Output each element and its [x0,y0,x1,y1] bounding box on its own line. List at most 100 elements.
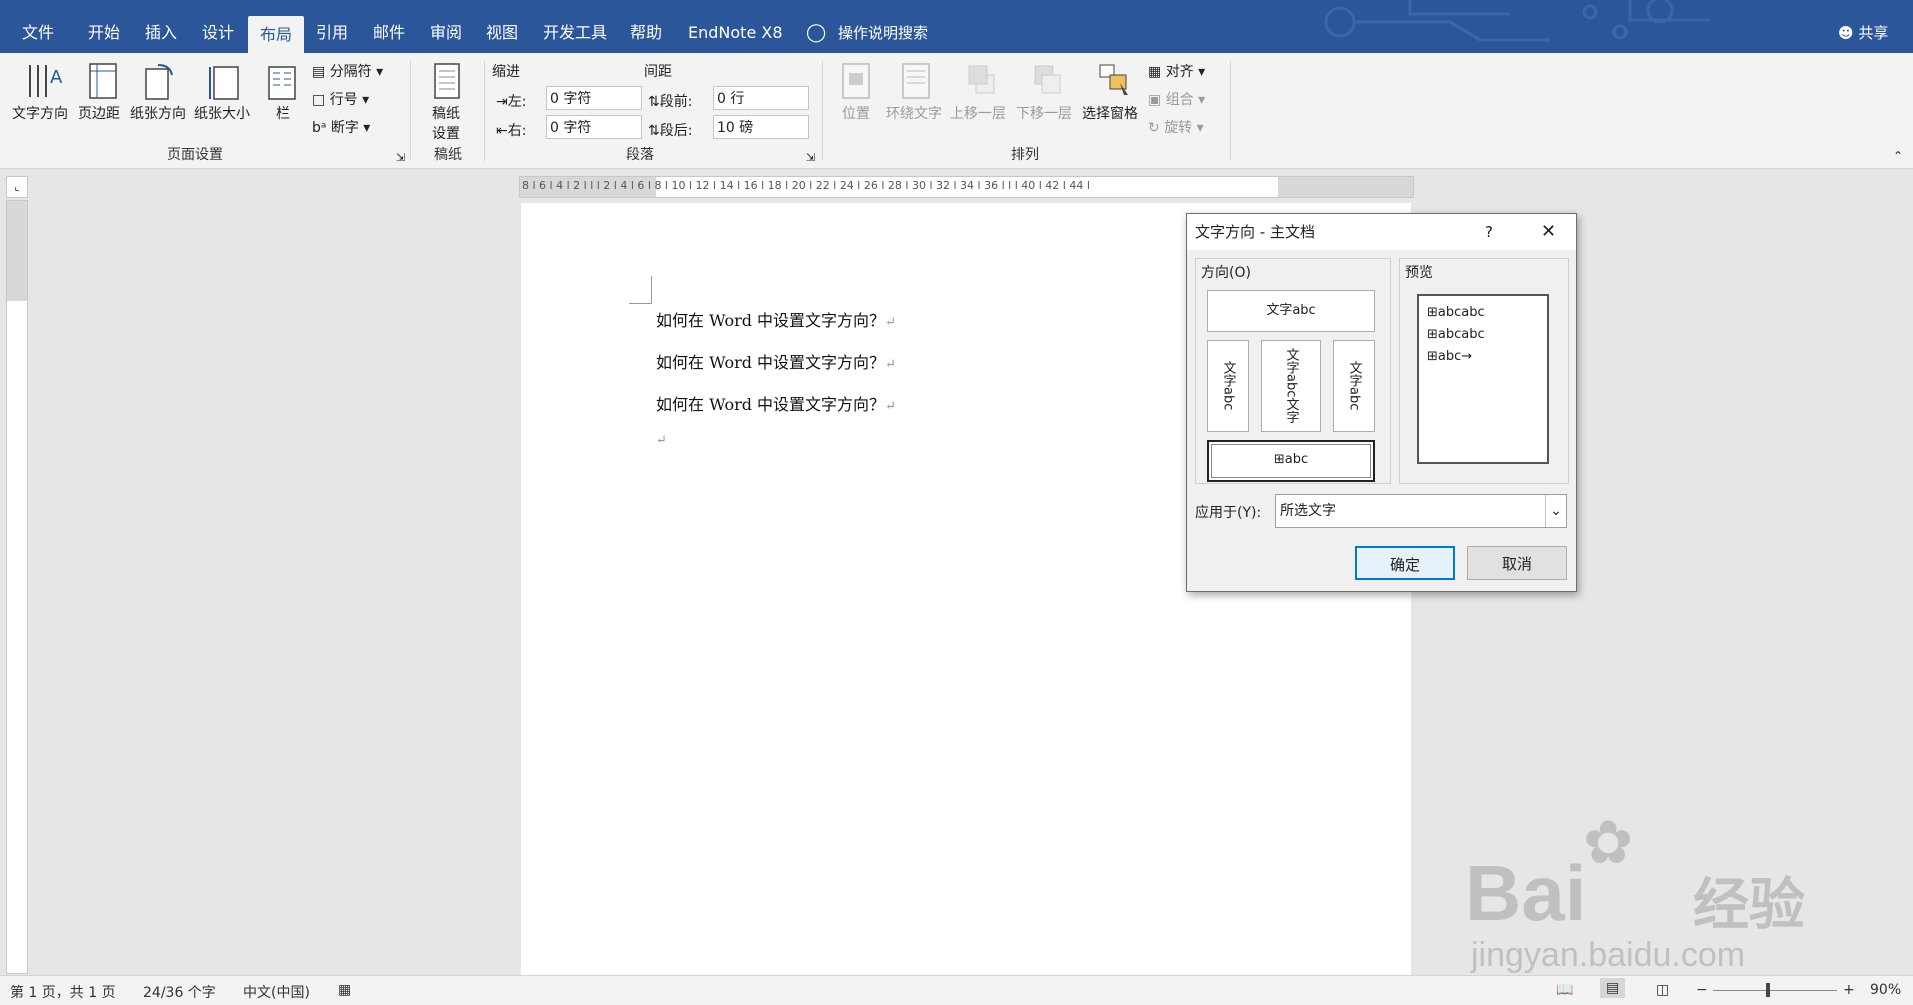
read-mode-icon[interactable]: 📖 [1556,982,1573,998]
zoom-slider[interactable] [1713,990,1837,991]
document-line[interactable]: 如何在 Word 中设置文字方向？↵ [656,307,896,331]
preview-line: ⊞abc→ [1427,346,1539,368]
ruler-top-margin [7,201,27,301]
chevron-down-icon[interactable]: ⌄ [1545,495,1566,527]
spacing-after-input[interactable]: 10 磅 [713,115,809,139]
ok-button[interactable]: 确定 [1355,546,1455,580]
selection-pane-button[interactable]: 选择窗格 [1082,61,1144,151]
manuscript-button[interactable]: 稿纸 设置 [426,61,470,151]
page-count[interactable]: 第 1 页，共 1 页 [10,982,116,1002]
indent-right-input[interactable]: 0 字符 [546,115,642,139]
size-button[interactable]: 纸张大小 [194,61,258,151]
chevron-down-icon: ▾ [363,120,371,136]
svg-text:A: A [50,67,63,88]
tell-me-search[interactable]: 操作说明搜索 [838,0,928,53]
document-line[interactable]: 如何在 Word 中设置文字方向？↵ [656,391,896,415]
breaks-label: 分隔符 [329,64,372,80]
zoom-out-icon[interactable]: − [1696,982,1708,998]
dialog-launcher-icon[interactable]: ⇲ [396,151,405,164]
tab-design[interactable]: 设计 [202,0,234,53]
word-count[interactable]: 24/36 个字 [143,982,216,1002]
tab-mailings[interactable]: 邮件 [373,0,405,53]
orientation-button[interactable]: 纸张方向 [130,61,194,151]
margins-button[interactable]: 页边距 [78,61,130,151]
rotate-button: ↻ 旋转 ▾ [1148,117,1204,137]
direction-vertical-left-option[interactable]: 文字abc [1207,340,1249,432]
tab-insert[interactable]: 插入 [145,0,177,53]
dialog-title-bar: 文字方向 - 主文档 ? ✕ [1187,214,1576,250]
zoom-slider-thumb[interactable] [1766,983,1770,997]
position-button: 位置 [838,61,878,151]
rotated-glyph-icon: ⊞ [1427,349,1438,364]
ribbon: A 文字方向 页边距 纸张方向 纸张大小 栏 ▤ 分隔符 ▾ □ 行号 ▾ bᵃ… [0,53,1913,169]
spacing-header: 间距 [644,64,672,80]
separator [410,61,411,161]
tab-endnote[interactable]: EndNote X8 [688,0,783,53]
horizontal-ruler[interactable]: 8 l 6 l 4 l 2 l l l 2 l 4 l 6 l 8 l 10 l… [519,176,1414,198]
rotate-icon: ↻ [1148,120,1160,136]
rotate-label: 旋转 [1164,120,1193,136]
chevron-down-icon: ▾ [1198,64,1206,80]
size-icon [209,66,239,100]
tab-review[interactable]: 审阅 [430,0,462,53]
direction-horizontal-option[interactable]: 文字abc [1207,290,1375,332]
document-line[interactable]: 如何在 Word 中设置文字方向？↵ [656,349,896,373]
indent-left-text: 左: [507,94,527,110]
tab-help[interactable]: 帮助 [630,0,662,53]
hyphenation-button[interactable]: bᵃ 断字 ▾ [312,117,370,137]
tab-layout[interactable]: 布局 [248,16,305,53]
spacing-after-icon: ⇅ [648,123,660,139]
direction-vertical-middle-option[interactable]: 文字abc文字 [1261,340,1321,432]
apply-to-select[interactable]: 所选文字 ⌄ [1275,494,1567,528]
columns-button[interactable]: 栏 [266,61,300,151]
line-numbers-button[interactable]: □ 行号 ▾ [312,89,369,109]
chevron-down-icon: ▾ [1198,92,1206,108]
manuscript-label-2: 设置 [432,126,460,142]
macro-record-icon[interactable]: ▦ [338,982,351,998]
text-direction-icon: A [29,65,63,97]
paragraph-mark-icon: ↵ [885,399,896,414]
group-button: ▣ 组合 ▾ [1148,89,1205,109]
tab-developer[interactable]: 开发工具 [543,0,607,53]
breaks-icon: ▤ [312,64,326,80]
close-icon[interactable]: ✕ [1541,214,1556,250]
text-direction-button[interactable]: A 文字方向 [12,61,76,151]
hyphenation-icon: bᵃ [312,120,327,136]
wrap-text-button: 环绕文字 [884,61,948,151]
cancel-button[interactable]: 取消 [1467,546,1567,580]
align-button[interactable]: ▦ 对齐 ▾ [1148,61,1205,81]
direction-vertical-right-option[interactable]: 文字abc [1333,340,1375,432]
orientation-icon [145,64,173,100]
collapse-ribbon-icon[interactable]: ⌃ [1893,149,1903,163]
help-button[interactable]: ? [1485,214,1493,250]
web-layout-icon[interactable]: ◫ [1656,982,1669,998]
dialog-launcher-icon[interactable]: ⇲ [806,151,815,164]
line-numbers-label: 行号 [329,92,358,108]
direction-rotated-option-selected[interactable]: ⊞abc [1207,440,1375,482]
option-text: 文字abc [1346,361,1362,411]
rotated-glyph-icon: ⊞ [1427,327,1438,342]
zoom-in-icon[interactable]: + [1843,982,1855,998]
breaks-button[interactable]: ▤ 分隔符 ▾ [312,61,383,81]
indent-header: 缩进 [492,64,520,80]
manuscript-icon [434,63,460,99]
option-text: 文字abc文字 [1283,348,1299,424]
send-backward-button: 下移一层 [1016,61,1080,151]
align-label: 对齐 [1165,64,1194,80]
language-status[interactable]: 中文(中国) [243,982,310,1002]
tab-home[interactable]: 开始 [88,0,120,53]
send-backward-label: 下移一层 [1016,106,1072,122]
vertical-ruler[interactable] [6,200,28,974]
print-layout-icon[interactable]: ▤ [1600,978,1626,998]
tab-file[interactable]: 文件 [22,0,54,53]
tab-selector-icon[interactable]: ⌞ [6,176,28,198]
manuscript-label-1: 稿纸 [432,106,460,122]
tab-view[interactable]: 视图 [486,0,518,53]
paragraph-mark-icon: ↵ [885,315,896,330]
share-button[interactable]: ☻ 共享 [1838,0,1888,53]
spacing-before-input[interactable]: 0 行 [713,86,809,110]
bring-forward-button: 上移一层 [950,61,1014,151]
indent-left-input[interactable]: 0 字符 [546,86,642,110]
tab-references[interactable]: 引用 [316,0,348,53]
zoom-level[interactable]: 90% [1870,982,1901,998]
